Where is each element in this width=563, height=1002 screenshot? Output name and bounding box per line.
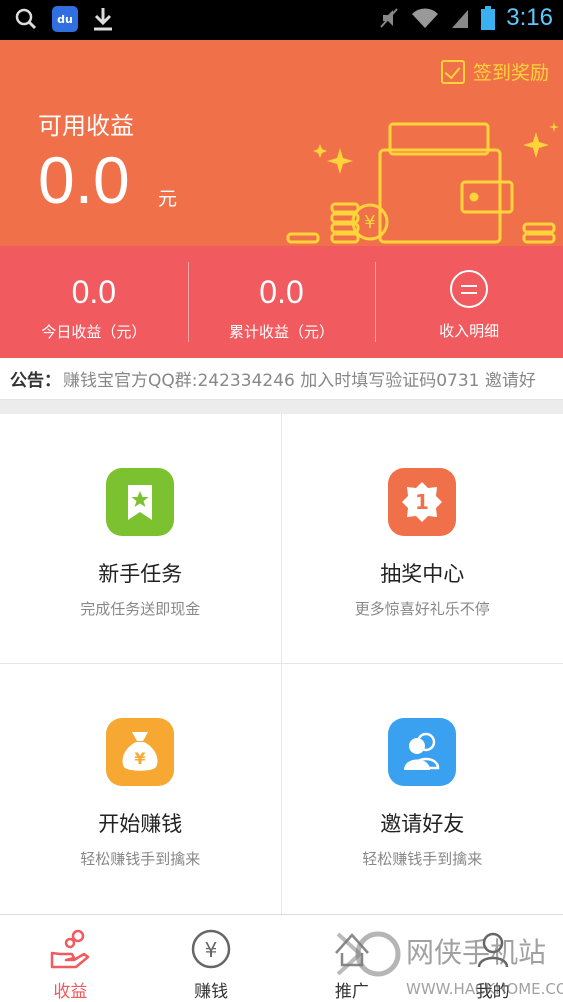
promote-icon bbox=[334, 933, 369, 967]
available-earnings-label: 可用收益 bbox=[38, 112, 134, 140]
search-icon bbox=[15, 8, 37, 30]
bookmark-star-icon bbox=[106, 468, 175, 536]
tile-title: 开始赚钱 bbox=[98, 812, 183, 836]
yen-circle-icon: ¥ bbox=[191, 929, 231, 969]
baidu-app-icon: du bbox=[52, 6, 78, 32]
mute-icon bbox=[380, 8, 399, 28]
today-earnings-label: 今日收益（元） bbox=[41, 323, 147, 341]
badge-one-icon: 1 bbox=[388, 468, 457, 536]
earnings-stats: 0.0 今日收益（元） 0.0 累计收益（元） 收入明细 bbox=[0, 246, 563, 358]
svg-text:¥: ¥ bbox=[135, 749, 146, 768]
baidu-label: du bbox=[57, 12, 73, 26]
nav-item-earnings[interactable]: 收益 bbox=[0, 915, 141, 1002]
download-icon bbox=[94, 8, 112, 31]
earnings-hand-icon bbox=[51, 929, 90, 969]
checkin-reward-button[interactable]: 签到奖励 bbox=[440, 58, 549, 85]
svg-text:¥: ¥ bbox=[364, 212, 375, 233]
invite-friends-tile[interactable]: 邀请好友 轻松赚钱手到擒来 bbox=[282, 664, 563, 914]
clock: 3:16 bbox=[506, 4, 553, 31]
tile-subtitle: 更多惊喜好礼乐不停 bbox=[354, 600, 490, 618]
available-earnings-value: 0.0 bbox=[38, 143, 130, 217]
nav-item-earn[interactable]: ¥ 赚钱 bbox=[141, 915, 282, 1002]
nav-label: 收益 bbox=[53, 982, 88, 1002]
svg-text:¥: ¥ bbox=[205, 938, 218, 962]
income-detail-label: 收入明细 bbox=[439, 322, 500, 340]
tile-subtitle: 轻松赚钱手到擒来 bbox=[362, 850, 483, 868]
money-bag-icon: ¥ bbox=[106, 718, 175, 786]
friends-icon bbox=[388, 718, 457, 786]
nav-label: 我的 bbox=[475, 982, 510, 1002]
wifi-icon bbox=[412, 8, 439, 28]
total-earnings-value: 0.0 bbox=[259, 274, 304, 310]
today-earnings-value: 0.0 bbox=[71, 274, 117, 310]
income-detail-button[interactable]: 收入明细 bbox=[375, 246, 563, 358]
signal-icon bbox=[452, 10, 469, 28]
feature-grid: 新手任务 完成任务送即现金 1 抽奖中心 更多惊喜好礼乐不停 ¥ 开始赚钱 轻松… bbox=[0, 414, 563, 914]
nav-item-mine[interactable]: 我的 bbox=[422, 915, 563, 1002]
newbie-task-tile[interactable]: 新手任务 完成任务送即现金 bbox=[0, 414, 282, 664]
announcement-text: 赚钱宝官方QQ群:242334246 加入时填写验证码0731 邀请好 bbox=[63, 371, 536, 391]
available-earnings-unit: 元 bbox=[158, 188, 178, 210]
today-earnings: 0.0 今日收益（元） bbox=[0, 246, 188, 358]
checkin-reward-label: 签到奖励 bbox=[472, 62, 549, 84]
status-bar: du 3:16 bbox=[0, 0, 563, 40]
profile-icon bbox=[477, 932, 508, 968]
lottery-center-tile[interactable]: 1 抽奖中心 更多惊喜好礼乐不停 bbox=[281, 414, 563, 664]
tile-title: 邀请好友 bbox=[380, 812, 465, 836]
list-detail-icon bbox=[450, 270, 489, 308]
nav-label: 推广 bbox=[334, 982, 369, 1002]
wallet-illustration: ¥ bbox=[286, 122, 559, 244]
start-earning-tile[interactable]: ¥ 开始赚钱 轻松赚钱手到擒来 bbox=[0, 664, 282, 914]
announcement-bar[interactable]: 公告： 赚钱宝官方QQ群:242334246 加入时填写验证码0731 邀请好 bbox=[0, 358, 563, 400]
battery-icon bbox=[481, 6, 496, 30]
tile-subtitle: 轻松赚钱手到擒来 bbox=[80, 850, 201, 868]
total-earnings: 0.0 累计收益（元） bbox=[187, 246, 376, 358]
checkbox-icon bbox=[440, 59, 465, 84]
svg-text:1: 1 bbox=[415, 490, 429, 514]
tile-title: 新手任务 bbox=[98, 562, 183, 586]
earnings-header: 签到奖励 可用收益 0.0 元 ¥ bbox=[0, 40, 563, 246]
tile-subtitle: 完成任务送即现金 bbox=[80, 600, 201, 618]
tile-title: 抽奖中心 bbox=[380, 562, 465, 586]
total-earnings-label: 累计收益（元） bbox=[229, 323, 335, 341]
nav-label: 赚钱 bbox=[194, 982, 229, 1002]
nav-item-promote[interactable]: 推广 bbox=[282, 915, 423, 1002]
bottom-nav: 收益 ¥ 赚钱 推广 我的 bbox=[0, 914, 563, 1002]
announcement-label: 公告： bbox=[10, 371, 61, 391]
